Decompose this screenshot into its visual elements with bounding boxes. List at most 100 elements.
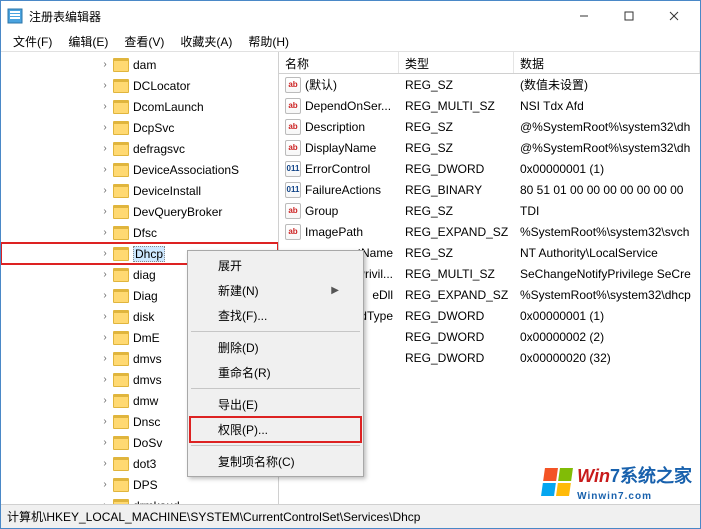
ctx-label: 删除(D) [218,339,259,356]
value-name: (默认) [305,76,337,93]
value-data: SeChangeNotifyPrivilege SeCre [514,267,700,281]
list-row[interactable]: ab(默认)REG_SZ(数值未设置) [279,74,700,95]
expander-icon[interactable]: › [99,437,111,448]
expander-icon[interactable]: › [99,500,111,504]
tree-item-devquerybroker[interactable]: ›DevQueryBroker [1,201,278,222]
tree-item-dcpsvc[interactable]: › DcpSvc [1,117,278,138]
menu-file[interactable]: 文件(F) [5,31,60,52]
expander-icon[interactable]: › [99,206,111,217]
expander-icon[interactable]: › [99,59,111,70]
folder-icon [113,499,129,505]
string-icon: ab [285,98,301,114]
maximize-button[interactable] [606,2,651,31]
tree-item-dfsc[interactable]: › Dfsc [1,222,278,243]
expander-icon[interactable]: › [99,353,111,364]
value-type: REG_SZ [399,141,514,155]
tree-item-label: DPS [133,478,158,492]
tree-item-label: dmvs [133,373,162,387]
string-icon: ab [285,203,301,219]
tree-item-label: dam [133,58,156,72]
expander-icon[interactable]: › [99,248,111,259]
tree-item-drmkaud[interactable]: ›drmkaud [1,495,278,504]
tree-item-dam[interactable]: › dam [1,54,278,75]
expander-icon[interactable]: › [99,101,111,112]
expander-icon[interactable]: › [99,164,111,175]
col-type[interactable]: 类型 [399,52,514,73]
list-row[interactable]: abGroupREG_SZTDI [279,200,700,221]
list-row[interactable]: 011FailureActionsREG_BINARY80 51 01 00 0… [279,179,700,200]
app-icon [7,8,23,24]
value-name: Description [305,120,365,134]
list-row[interactable]: 011ErrorControlREG_DWORD0x00000001 (1) [279,158,700,179]
value-data: 0x00000002 (2) [514,330,700,344]
tree-item-label: Dfsc [133,226,157,240]
tree-item-deviceinstall[interactable]: › DeviceInstall [1,180,278,201]
col-name[interactable]: 名称 [279,52,399,73]
expander-icon[interactable]: › [99,416,111,427]
ctx-查找f[interactable]: 查找(F)... [190,303,361,328]
close-button[interactable] [651,2,696,31]
expander-icon[interactable]: › [99,290,111,301]
list-row[interactable]: abDisplayNameREG_SZ@%SystemRoot%\system3… [279,137,700,158]
menu-help[interactable]: 帮助(H) [240,31,297,52]
tree-item-label: DCLocator [133,79,190,93]
ctx-重命名r[interactable]: 重命名(R) [190,360,361,385]
status-bar: 计算机\HKEY_LOCAL_MACHINE\SYSTEM\CurrentCon… [1,504,700,528]
menu-view[interactable]: 查看(V) [116,31,172,52]
expander-icon[interactable]: › [99,479,111,490]
window-title: 注册表编辑器 [29,8,561,25]
string-icon: ab [285,119,301,135]
expander-icon[interactable]: › [99,269,111,280]
ctx-权限p[interactable]: 权限(P)... [190,417,361,442]
expander-icon[interactable]: › [99,143,111,154]
tree-item-deviceassociations[interactable]: ›DeviceAssociationS [1,159,278,180]
string-icon: ab [285,140,301,156]
tree-item-dclocator[interactable]: › DCLocator [1,75,278,96]
list-row[interactable]: abDependOnSer...REG_MULTI_SZNSI Tdx Afd [279,95,700,116]
expander-icon[interactable]: › [99,311,111,322]
binary-icon: 011 [285,161,301,177]
tree-item-label: dot3 [133,457,156,471]
ctx-label: 重命名(R) [218,364,271,381]
ctx-导出e[interactable]: 导出(E) [190,392,361,417]
value-type: REG_DWORD [399,351,514,365]
tree-item-label: Dnsc [133,415,160,429]
tree-item-label: DcomLaunch [133,100,204,114]
value-type: REG_MULTI_SZ [399,267,514,281]
ctx-复制项名称c[interactable]: 复制项名称(C) [190,449,361,474]
binary-icon: 011 [285,182,301,198]
menu-favorites[interactable]: 收藏夹(A) [172,31,240,52]
value-data: 0x00000001 (1) [514,309,700,323]
list-row[interactable]: abDescriptionREG_SZ@%SystemRoot%\system3… [279,116,700,137]
menu-separator [191,331,360,332]
expander-icon[interactable]: › [99,458,111,469]
folder-icon [113,331,129,345]
tree-item-label: DeviceInstall [133,184,201,198]
expander-icon[interactable]: › [99,395,111,406]
tree-item-label: DcpSvc [133,121,174,135]
list-header: 名称 类型 数据 [279,52,700,74]
window-controls [561,2,696,31]
list-row[interactable]: abImagePathREG_EXPAND_SZ%SystemRoot%\sys… [279,221,700,242]
ctx-删除d[interactable]: 删除(D) [190,335,361,360]
folder-icon [113,310,129,324]
expander-icon[interactable]: › [99,185,111,196]
value-data: %SystemRoot%\system32\svch [514,225,700,239]
col-data[interactable]: 数据 [514,52,700,73]
expander-icon[interactable]: › [99,80,111,91]
minimize-button[interactable] [561,2,606,31]
expander-icon[interactable]: › [99,227,111,238]
value-type: REG_MULTI_SZ [399,99,514,113]
tree-item-dcomlaunch[interactable]: › DcomLaunch [1,96,278,117]
expander-icon[interactable]: › [99,374,111,385]
expander-icon[interactable]: › [99,332,111,343]
tree-item-label: DoSv [133,436,162,450]
folder-icon [113,436,129,450]
tree-item-defragsvc[interactable]: ›defragsvc [1,138,278,159]
menu-edit[interactable]: 编辑(E) [60,31,116,52]
value-name: ImagePath [305,225,363,239]
tree-item-dps[interactable]: › DPS [1,474,278,495]
expander-icon[interactable]: › [99,122,111,133]
ctx-展开[interactable]: 展开 [190,253,361,278]
ctx-新建n[interactable]: 新建(N)▶ [190,278,361,303]
